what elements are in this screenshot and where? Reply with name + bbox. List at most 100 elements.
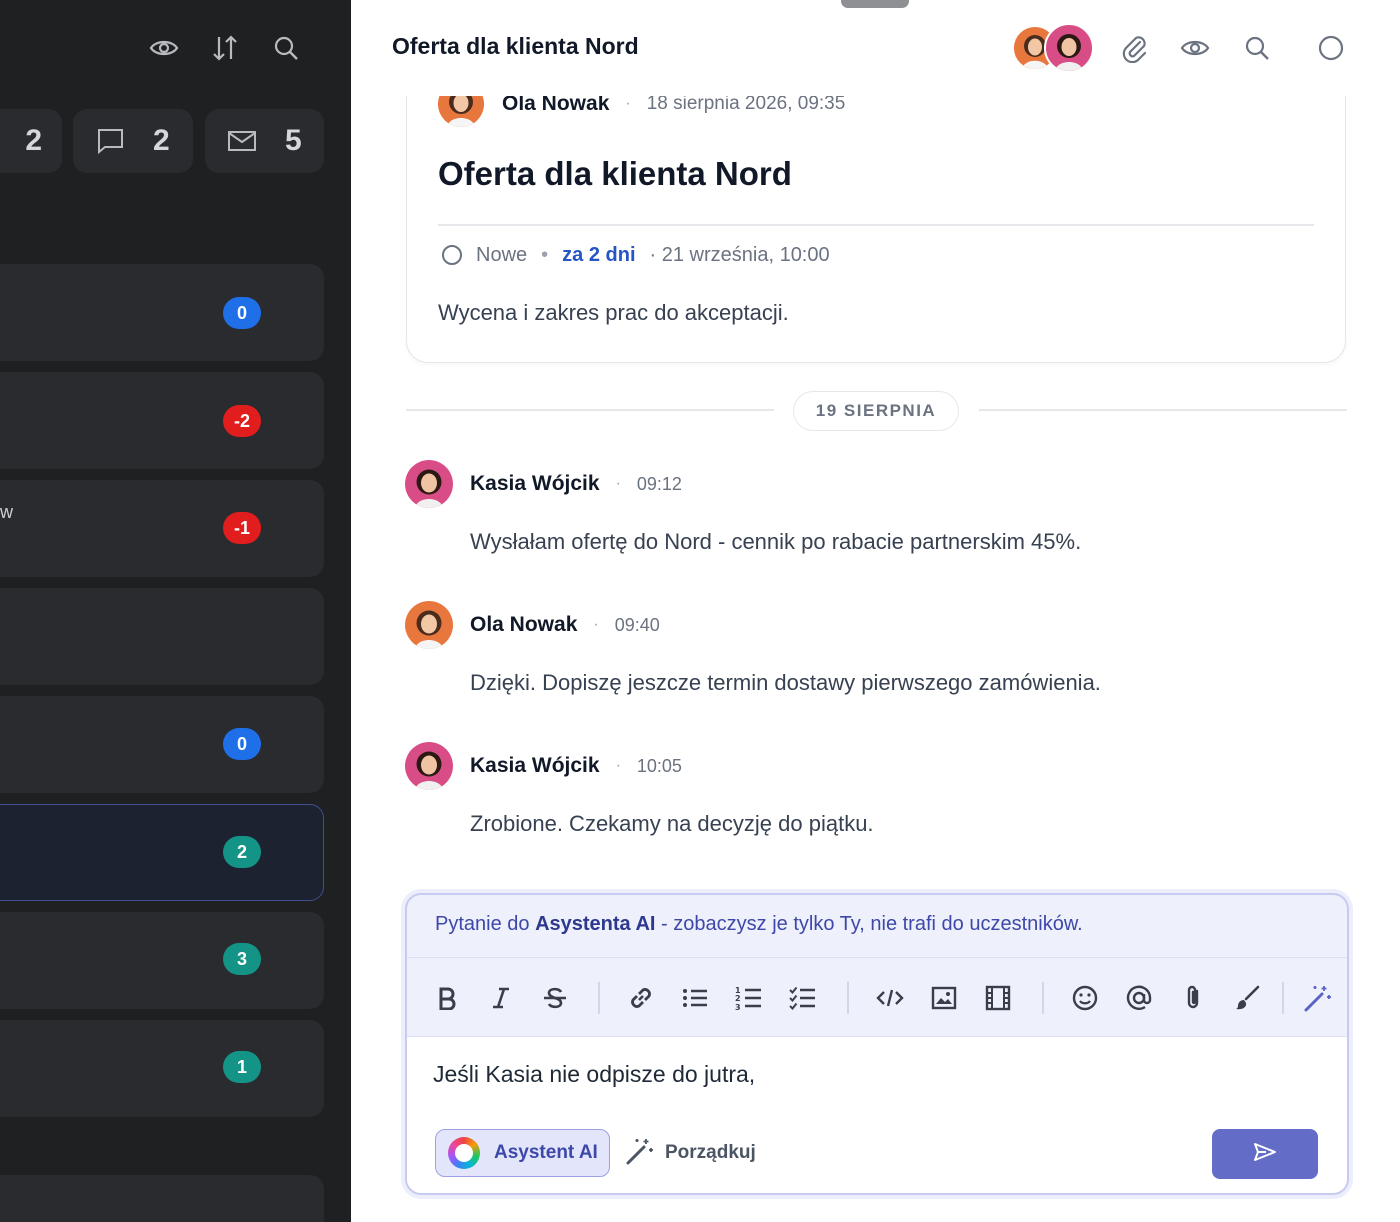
eye-icon[interactable] xyxy=(146,30,182,66)
message-author[interactable]: Kasia Wójcik xyxy=(470,754,600,778)
paperclip-icon[interactable] xyxy=(1116,30,1152,66)
separator-dot: • xyxy=(541,243,549,266)
svg-text:2: 2 xyxy=(735,994,741,1003)
magic-wand-icon[interactable] xyxy=(1300,980,1336,1016)
video-icon[interactable] xyxy=(980,980,1016,1016)
separator-dot: · xyxy=(615,757,621,774)
conversation-card[interactable]: 1 xyxy=(0,1020,324,1117)
toolbar-separator xyxy=(1042,982,1044,1014)
tidy-button[interactable]: Porządkuj xyxy=(625,1129,756,1177)
conversation-card-selected[interactable]: 2 xyxy=(0,804,324,901)
mention-icon[interactable] xyxy=(1121,980,1157,1016)
ai-assistant-label: Asystent AI xyxy=(494,1142,598,1163)
checklist-icon[interactable] xyxy=(785,980,821,1016)
attachment-icon[interactable] xyxy=(1175,980,1211,1016)
eye-icon[interactable] xyxy=(1177,30,1213,66)
message-text: Wysłałam ofertę do Nord - cennik po raba… xyxy=(470,529,1082,554)
composer-footer: Asystent AI Porządkuj xyxy=(407,1113,1347,1193)
stat-tasks-count: 2 xyxy=(25,124,42,157)
conversation-card[interactable]: 0 xyxy=(0,264,324,361)
toolbar-separator xyxy=(598,982,600,1014)
message-editor[interactable]: Jeśli Kasia nie odpisze do jutra, xyxy=(407,1037,1347,1113)
divider xyxy=(406,409,774,411)
message-time: 09:40 xyxy=(614,614,660,635)
formatting-toolbar: 123 xyxy=(407,957,1347,1037)
message-author[interactable]: Ola Nowak xyxy=(470,613,577,637)
conversation-header: Oferta dla klienta Nord xyxy=(351,0,1400,96)
separator-dot: · xyxy=(625,95,631,112)
task-due-relative[interactable]: za 2 dni xyxy=(562,244,635,267)
status-circle-icon[interactable] xyxy=(442,245,462,265)
drag-handle[interactable] xyxy=(841,0,909,8)
unread-badge: -1 xyxy=(223,512,261,544)
message-draft[interactable]: Jeśli Kasia nie odpisze do jutra, xyxy=(433,1061,755,1088)
page-title: Oferta dla klienta Nord xyxy=(392,33,639,59)
svg-text:3: 3 xyxy=(735,1003,741,1011)
strikethrough-icon[interactable] xyxy=(537,980,573,1016)
link-icon[interactable] xyxy=(623,980,659,1016)
stat-tasks[interactable]: 2 xyxy=(0,109,62,173)
conversation-card[interactable]: 3 xyxy=(0,912,324,1009)
conversation-card[interactable]: 0 xyxy=(0,696,324,793)
avatar[interactable] xyxy=(405,601,453,649)
conversation-card-text: w xyxy=(0,502,13,522)
unread-badge: -2 xyxy=(223,405,261,437)
conversation-card[interactable] xyxy=(0,1175,324,1222)
numbered-list-icon[interactable]: 123 xyxy=(731,980,767,1016)
ai-private-note: Pytanie do Asystenta AI - zobaczysz je t… xyxy=(435,913,1083,936)
unread-badge: 0 xyxy=(223,728,261,760)
task-title: Oferta dla klienta Nord xyxy=(438,155,792,192)
unread-badge: 3 xyxy=(223,943,261,975)
separator-dot: · xyxy=(593,616,599,633)
message: Ola Nowak · 09:40 Dzięki. Dopiszę jeszcz… xyxy=(405,601,1355,696)
bold-icon[interactable] xyxy=(429,980,465,1016)
message-text: Zrobione. Czekamy na decyzję do piątku. xyxy=(470,811,874,836)
task-card: Ola Nowak · 18 sierpnia 2026, 09:35 Ofer… xyxy=(406,60,1346,363)
search-icon[interactable] xyxy=(268,30,304,66)
italic-icon[interactable] xyxy=(483,980,519,1016)
message-time: 09:12 xyxy=(636,473,682,494)
conversation-list-panel: 2 2 5 0 -2 w -1 0 2 3 1 xyxy=(0,0,351,1222)
toolbar-separator xyxy=(847,982,849,1014)
task-description: Wycena i zakres prac do akceptacji. xyxy=(438,300,789,325)
ai-assistant-button[interactable]: Asystent AI xyxy=(435,1129,610,1177)
ai-note-prefix: Pytanie do xyxy=(435,913,536,935)
message: Kasia Wójcik · 09:12 Wysłałam ofertę do … xyxy=(405,460,1355,555)
stat-mail-count: 5 xyxy=(285,124,302,157)
stat-comments-count: 2 xyxy=(153,124,170,157)
unread-badge: 0 xyxy=(223,297,261,329)
message: Kasia Wójcik · 10:05 Zrobione. Czekamy n… xyxy=(405,742,1355,837)
conversation-card[interactable]: w -1 xyxy=(0,480,324,577)
conversation-card[interactable] xyxy=(0,588,324,685)
conversation-panel: Ola Nowak · 18 sierpnia 2026, 09:35 Ofer… xyxy=(351,0,1400,1222)
toolbar-separator xyxy=(1282,982,1284,1014)
conversation-card[interactable]: -2 xyxy=(0,372,324,469)
comment-icon xyxy=(95,127,125,155)
date-separator: 19 SIERPNIA xyxy=(793,391,959,431)
brush-icon[interactable] xyxy=(1229,980,1265,1016)
bullet-list-icon[interactable] xyxy=(677,980,713,1016)
stat-mail[interactable]: 5 xyxy=(205,109,324,173)
message-time: 10:05 xyxy=(636,755,682,776)
magic-wand-icon xyxy=(625,1136,655,1171)
sort-icon[interactable] xyxy=(207,30,243,66)
tidy-label: Porządkuj xyxy=(665,1142,756,1163)
status-circle-icon[interactable] xyxy=(1313,30,1349,66)
search-icon[interactable] xyxy=(1239,30,1275,66)
message-text: Dzięki. Dopiszę jeszcze termin dostawy p… xyxy=(470,670,1101,695)
ai-assistant-icon xyxy=(448,1137,480,1169)
message-composer: Pytanie do Asystenta AI - zobaczysz je t… xyxy=(405,893,1349,1195)
task-due-date: · 21 września, 10:00 xyxy=(649,243,830,266)
emoji-icon[interactable] xyxy=(1067,980,1103,1016)
send-button[interactable] xyxy=(1212,1129,1318,1179)
message-author[interactable]: Kasia Wójcik xyxy=(470,472,600,496)
avatar[interactable] xyxy=(405,742,453,790)
participant-avatar[interactable] xyxy=(1044,23,1094,73)
code-icon[interactable] xyxy=(872,980,908,1016)
stat-comments[interactable]: 2 xyxy=(73,109,193,173)
send-icon xyxy=(1253,1142,1277,1167)
image-icon[interactable] xyxy=(926,980,962,1016)
task-meta: Nowe • za 2 dni · 21 września, 10:00 xyxy=(438,240,830,270)
task-status[interactable]: Nowe xyxy=(476,244,527,267)
avatar[interactable] xyxy=(405,460,453,508)
